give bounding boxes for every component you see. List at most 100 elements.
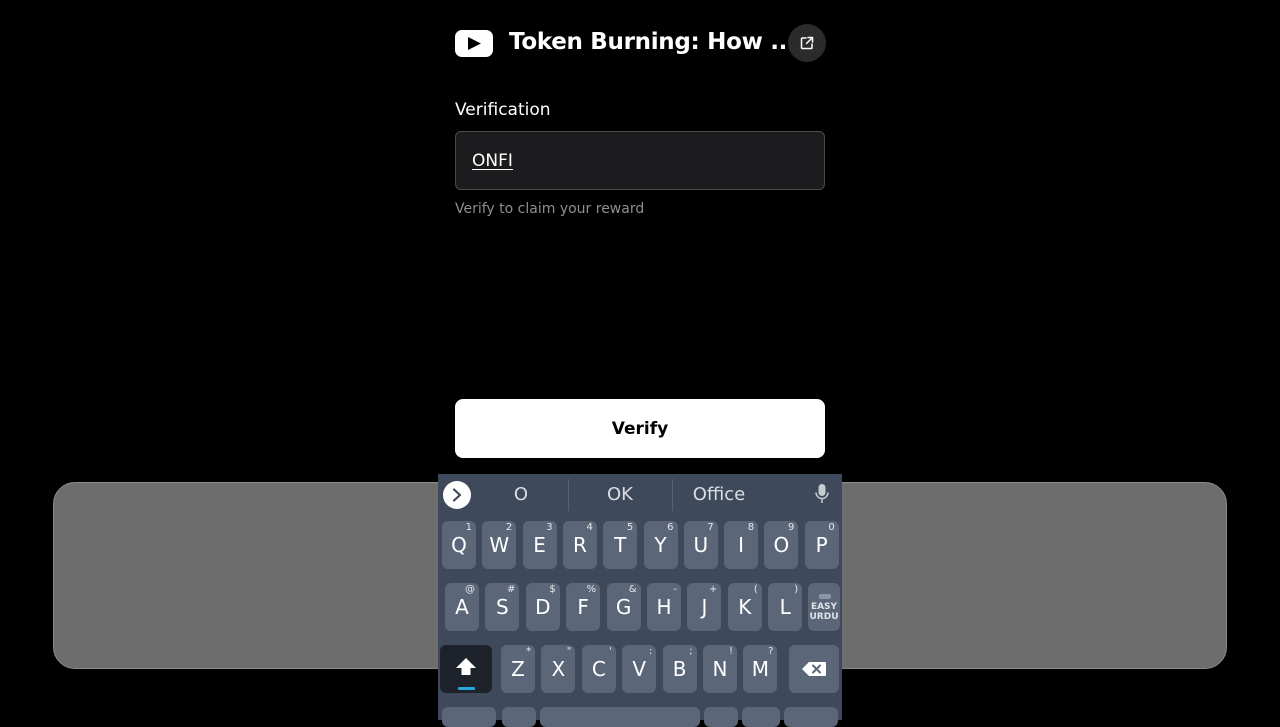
key-label: H xyxy=(656,595,672,619)
shift-key[interactable] xyxy=(440,645,492,693)
key-r[interactable]: R4 xyxy=(562,521,597,569)
key-label: C xyxy=(591,657,606,681)
verify-button[interactable]: Verify xyxy=(455,399,825,458)
key-label: P xyxy=(815,533,828,557)
suggestion-3[interactable]: Office xyxy=(684,484,754,505)
key-alt-label: ( xyxy=(753,584,758,595)
key-alt-label: ) xyxy=(794,584,799,595)
key-alt-label: : xyxy=(648,646,653,657)
shift-indicator xyxy=(458,687,475,690)
video-title: Token Burning: How ... xyxy=(509,29,796,55)
key-label: U xyxy=(693,533,709,557)
open-external-button[interactable] xyxy=(788,24,826,62)
key-alt-label: 8 xyxy=(747,522,755,533)
key-label: S xyxy=(496,595,509,619)
key-label: V xyxy=(632,657,647,681)
verification-input[interactable]: ONFI xyxy=(455,131,825,190)
key-q[interactable]: Q1 xyxy=(442,521,476,569)
key-alt-label: - xyxy=(673,584,677,595)
backspace-icon xyxy=(802,662,826,676)
key-u[interactable]: U7 xyxy=(683,521,718,569)
key-alt-label: 3 xyxy=(546,522,553,533)
helper-text: Verify to claim your reward xyxy=(455,201,645,217)
key-e[interactable]: E3 xyxy=(522,521,557,569)
key-j[interactable]: J + xyxy=(687,583,722,631)
youtube-icon xyxy=(455,30,493,57)
key-label: Q xyxy=(451,533,467,557)
key-x[interactable]: X " xyxy=(541,645,576,693)
key-alt-label: 9 xyxy=(788,522,795,533)
key-label: R xyxy=(572,533,587,557)
key-alt-label: & xyxy=(628,584,637,595)
enter-key[interactable] xyxy=(784,707,838,727)
video-header: Token Burning: How ... xyxy=(455,24,826,64)
microphone-icon[interactable] xyxy=(815,483,829,505)
key-c[interactable]: C ' xyxy=(581,645,616,693)
verification-input-value: ONFI xyxy=(472,151,513,171)
key-a[interactable]: A @ xyxy=(445,583,479,631)
key-label: B xyxy=(672,657,687,681)
verification-label: Verification xyxy=(455,100,551,120)
key-t[interactable]: T5 xyxy=(603,521,638,569)
key-alt-label: ; xyxy=(689,646,693,657)
key-b[interactable]: B; xyxy=(662,645,697,693)
key-label: W xyxy=(489,533,510,557)
key-f[interactable]: F% xyxy=(566,583,601,631)
key-label: M xyxy=(751,657,770,681)
key-alt-label: ' xyxy=(609,646,612,657)
key-alt-label: % xyxy=(586,584,597,595)
suggestion-2[interactable]: OK xyxy=(590,484,650,505)
key-label: A xyxy=(455,595,469,619)
key-y[interactable]: Y6 xyxy=(643,521,678,569)
on-screen-keyboard: O OK Office Q1W2E3R4T5Y6U7I8O9P0 A @ S # D $ F… xyxy=(438,474,842,720)
key-label: Y xyxy=(654,533,667,557)
symbols-key[interactable] xyxy=(442,707,496,727)
key-alt-label: " xyxy=(566,646,572,657)
keyboard-switch-icon xyxy=(819,594,831,599)
period-key[interactable] xyxy=(704,707,738,727)
suggestion-bar: O OK Office xyxy=(438,474,842,516)
key-label: F xyxy=(577,595,589,619)
key-v[interactable]: V: xyxy=(622,645,657,693)
key-w[interactable]: W2 xyxy=(482,521,517,569)
key-z[interactable]: Z * xyxy=(501,645,535,693)
key-alt-label: $ xyxy=(549,584,556,595)
key-alt-label: ! xyxy=(728,646,733,657)
key-h[interactable]: H- xyxy=(647,583,681,631)
shift-icon xyxy=(456,658,476,675)
key-d[interactable]: D $ xyxy=(525,583,560,631)
key-alt-label: @ xyxy=(465,584,475,595)
key-g[interactable]: G & xyxy=(606,583,641,631)
comma-key[interactable] xyxy=(502,707,536,727)
key-alt-label: 5 xyxy=(626,522,634,533)
key-label: X xyxy=(551,657,566,681)
key-alt-label: ? xyxy=(768,646,774,657)
easy-urdu-key[interactable]: EASY URDU xyxy=(808,583,840,631)
key-s[interactable]: S # xyxy=(485,583,520,631)
backspace-key[interactable] xyxy=(789,645,839,693)
space-key[interactable] xyxy=(540,707,700,727)
suggestion-1[interactable]: O xyxy=(501,484,541,505)
key-label: N xyxy=(712,657,728,681)
key-m[interactable]: M? xyxy=(743,645,778,693)
key-label: K xyxy=(738,595,752,619)
key-alt-label: # xyxy=(507,584,516,595)
emoji-key[interactable] xyxy=(742,707,780,727)
external-link-icon xyxy=(800,36,814,50)
key-label: Z xyxy=(511,657,525,681)
key-alt-label: + xyxy=(709,584,718,595)
key-label: J xyxy=(701,595,708,619)
key-k[interactable]: K( xyxy=(727,583,762,631)
key-label: E xyxy=(533,533,546,557)
key-o[interactable]: O9 xyxy=(764,521,799,569)
key-n[interactable]: N! xyxy=(703,645,737,693)
key-alt-label: 6 xyxy=(667,522,674,533)
key-i[interactable]: I8 xyxy=(724,521,759,569)
key-p[interactable]: P0 xyxy=(804,521,839,569)
suggestion-divider xyxy=(672,479,673,511)
chevron-right-icon[interactable] xyxy=(443,481,471,509)
key-alt-label: 0 xyxy=(828,522,835,533)
key-label: L xyxy=(779,595,791,619)
key-l[interactable]: L) xyxy=(768,583,803,631)
key-label: I xyxy=(738,533,745,557)
